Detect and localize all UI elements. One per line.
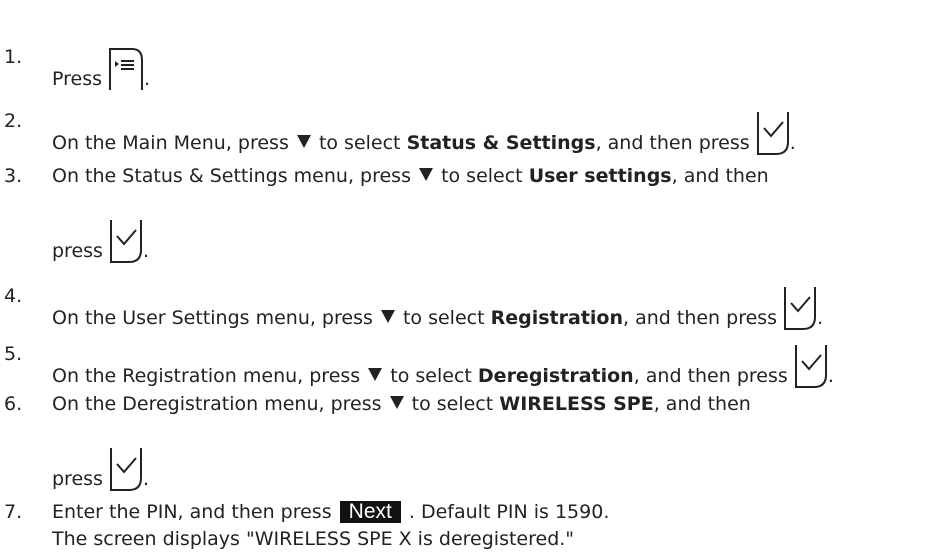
- step-text: Press: [52, 68, 103, 90]
- down-arrow-icon: [389, 396, 404, 409]
- menu-option: User settings: [528, 165, 672, 187]
- step-number: 5.: [4, 343, 23, 365]
- down-arrow-icon: [296, 135, 311, 148]
- step-number: 1.: [4, 46, 23, 68]
- ok-key-icon: [110, 448, 142, 491]
- step-number: 4.: [4, 285, 23, 307]
- menu-option: Registration: [490, 307, 623, 329]
- menu-option: WIRELESS SPE: [499, 393, 654, 415]
- ok-key-icon: [110, 220, 142, 263]
- step-number: 7.: [4, 501, 23, 523]
- menu-option: Status & Settings: [406, 132, 596, 154]
- ok-key-icon: [794, 345, 827, 388]
- next-softkey: Next: [339, 501, 401, 523]
- down-arrow-icon: [380, 310, 395, 323]
- ok-key-icon: [784, 287, 817, 330]
- step-number: 3.: [4, 165, 23, 187]
- menu-option: Deregistration: [477, 365, 634, 387]
- result-text: The screen displays "WIRELESS SPE X is d…: [52, 528, 575, 550]
- ok-key-icon: [756, 112, 789, 155]
- step-number: 2.: [4, 110, 23, 132]
- down-arrow-icon: [368, 368, 383, 381]
- down-arrow-icon: [419, 168, 434, 181]
- menu-key-icon: [109, 48, 144, 90]
- step-number: 6.: [4, 393, 23, 415]
